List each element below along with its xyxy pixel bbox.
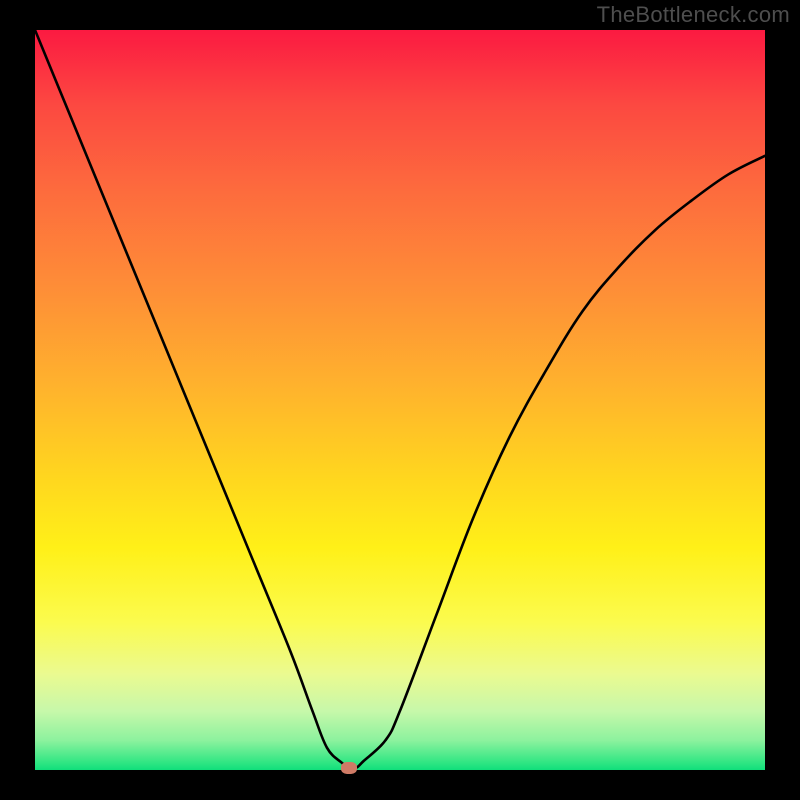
watermark-text: TheBottleneck.com (597, 2, 790, 28)
bottleneck-curve (35, 30, 765, 770)
minimum-marker (341, 762, 357, 774)
chart-container: TheBottleneck.com (0, 0, 800, 800)
plot-area (35, 30, 765, 770)
